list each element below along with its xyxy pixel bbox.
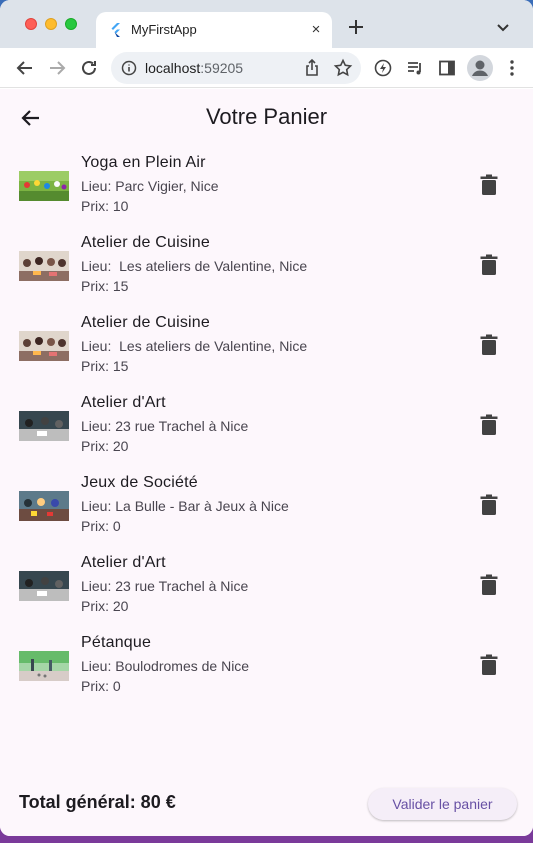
sidepanel-icon[interactable] xyxy=(437,58,457,78)
item-title: Atelier d'Art xyxy=(81,554,166,571)
item-location: Lieu: Boulodromes de Nice xyxy=(81,658,250,674)
page-title: Votre Panier xyxy=(205,104,328,129)
item-location: Lieu: Les ateliers de Valentine, Nice xyxy=(81,338,308,354)
arrow-left-icon[interactable] xyxy=(15,58,35,78)
app-bar: Votre Panier xyxy=(0,89,533,145)
item-title: Atelier de Cuisine xyxy=(81,314,210,331)
item-location: Lieu: 23 rue Trachel à Nice xyxy=(81,578,249,594)
lightning-icon[interactable] xyxy=(373,58,393,78)
share-icon[interactable] xyxy=(302,58,322,78)
close-window-button[interactable] xyxy=(25,18,37,30)
cart-item: Yoga en Plein Air Lieu: Parc Vigier, Nice… xyxy=(0,147,533,227)
url-host: localhost xyxy=(145,60,201,76)
close-tab-icon[interactable]: × xyxy=(308,21,324,38)
item-location: Lieu: 23 rue Trachel à Nice xyxy=(81,418,249,434)
arrow-right-icon[interactable] xyxy=(47,58,67,78)
item-thumbnail xyxy=(19,651,69,681)
url-text: localhost:59205 xyxy=(145,60,243,76)
playlist-icon[interactable] xyxy=(405,58,425,78)
item-location: Lieu: Parc Vigier, Nice xyxy=(81,178,219,194)
item-thumbnail xyxy=(19,331,69,361)
item-title: Yoga en Plein Air xyxy=(81,154,206,171)
item-price: Prix: 20 xyxy=(81,598,129,614)
item-price: Prix: 0 xyxy=(81,518,121,534)
item-title: Atelier de Cuisine xyxy=(81,234,210,251)
url-port: :59205 xyxy=(200,60,244,76)
kebab-icon[interactable] xyxy=(502,58,522,78)
reload-icon[interactable] xyxy=(79,58,99,78)
item-price: Prix: 15 xyxy=(81,358,129,374)
flutter-icon xyxy=(111,23,120,37)
item-title: Atelier d'Art xyxy=(81,394,166,411)
cart-item: Atelier d'Art Lieu: 23 rue Trachel à Nice… xyxy=(0,547,533,627)
person-icon xyxy=(472,60,488,76)
cart-item: Atelier d'Art Lieu: 23 rue Trachel à Nice… xyxy=(0,387,533,467)
trash-icon[interactable] xyxy=(479,494,499,516)
trash-icon[interactable] xyxy=(479,414,499,436)
item-location: Lieu: La Bulle - Bar à Jeux à Nice xyxy=(81,498,289,514)
address-bar[interactable]: localhost:59205 xyxy=(111,52,361,84)
trash-icon[interactable] xyxy=(479,334,499,356)
item-thumbnail xyxy=(19,171,69,201)
trash-icon[interactable] xyxy=(479,574,499,596)
item-price: Prix: 0 xyxy=(81,678,121,694)
chevron-down-icon[interactable] xyxy=(495,20,511,36)
browser-tab[interactable]: MyFirstApp × xyxy=(96,12,332,48)
star-icon[interactable] xyxy=(333,58,353,78)
cart-item: Atelier de Cuisine Lieu: Les ateliers de … xyxy=(0,227,533,307)
item-price: Prix: 15 xyxy=(81,278,129,294)
item-price: Prix: 10 xyxy=(81,198,129,214)
app-content: Votre Panier Yoga en Plein Air Lieu: Parc… xyxy=(0,89,533,836)
new-tab-icon[interactable] xyxy=(346,17,366,37)
browser-window: MyFirstApp × localhost:59205 Votre Panie… xyxy=(0,0,533,836)
item-location: Lieu: Les ateliers de Valentine, Nice xyxy=(81,258,308,274)
item-thumbnail xyxy=(19,571,69,601)
item-title: Jeux de Société xyxy=(81,474,198,491)
cart-item: Pétanque Lieu: Boulodromes de Nice Prix: 0 xyxy=(0,627,533,707)
info-icon[interactable] xyxy=(121,60,137,76)
tab-title: MyFirstApp xyxy=(131,22,197,37)
browser-toolbar: localhost:59205 xyxy=(0,48,533,88)
item-thumbnail xyxy=(19,491,69,521)
total-label: Total général: 80 € xyxy=(19,792,176,812)
cart-list: Yoga en Plein Air Lieu: Parc Vigier, Nice… xyxy=(0,147,533,707)
maximize-window-button[interactable] xyxy=(65,18,77,30)
trash-icon[interactable] xyxy=(479,654,499,676)
item-title: Pétanque xyxy=(81,634,152,651)
profile-avatar[interactable] xyxy=(467,55,493,81)
cart-item: Jeux de Société Lieu: La Bulle - Bar à Je… xyxy=(0,467,533,547)
item-thumbnail xyxy=(19,411,69,441)
item-price: Prix: 20 xyxy=(81,438,129,454)
validate-cart-button[interactable]: Valider le panier xyxy=(368,788,517,820)
cart-item: Atelier de Cuisine Lieu: Les ateliers de … xyxy=(0,307,533,387)
trash-icon[interactable] xyxy=(479,174,499,196)
item-thumbnail xyxy=(19,251,69,281)
trash-icon[interactable] xyxy=(479,254,499,276)
tab-strip: MyFirstApp × xyxy=(0,0,533,48)
minimize-window-button[interactable] xyxy=(45,18,57,30)
